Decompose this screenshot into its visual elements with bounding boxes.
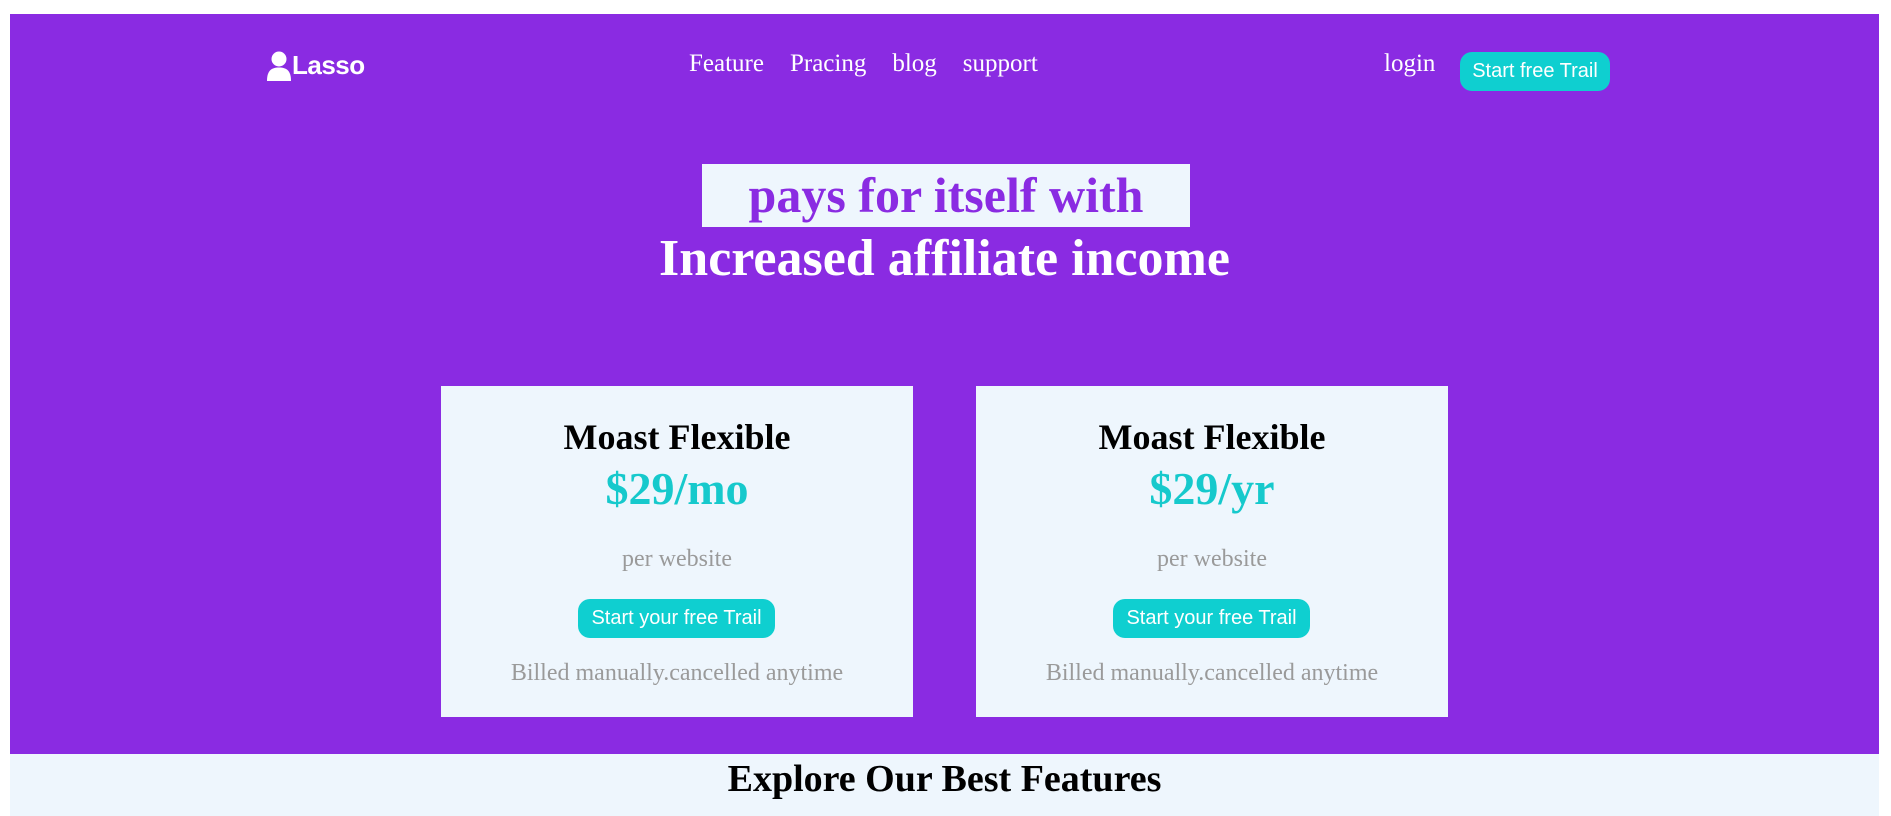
plan-price: $29/mo [605,463,749,514]
plan-title: Moast Flexible [1098,417,1326,457]
logo-text: Lasso [292,50,365,80]
start-free-trial-button[interactable]: Start free Trail [1460,52,1610,91]
plan-price: $29/yr [1149,463,1275,514]
plan-unit: per website [622,546,732,572]
page: Lasso Feature Pracing blog support login… [10,14,1879,816]
pricing-card-monthly: Moast Flexible $29/mo per website Start … [441,386,913,717]
plan-title: Moast Flexible [563,417,791,457]
features-heading: Explore Our Best Features [727,758,1162,800]
hero-headline-highlight: pays for itself with [702,164,1190,227]
start-your-free-trial-button[interactable]: Start your free Trail [578,599,775,638]
features-section: Explore Our Best Features [10,754,1879,816]
nav-item-support[interactable]: support [963,50,1038,78]
hero-headline: Increased affiliate income [659,230,1230,287]
nav-item-pricing[interactable]: Pracing [790,50,866,78]
pricing-card-yearly: Moast Flexible $29/yr per website Start … [976,386,1448,717]
nav-item-feature[interactable]: Feature [689,50,764,78]
main-nav: Feature Pracing blog support [689,50,1064,78]
start-your-free-trial-button[interactable]: Start your free Trail [1113,599,1310,638]
nav-item-blog[interactable]: blog [892,50,936,78]
billing-note: Billed manually.cancelled anytime [510,660,844,686]
user-icon [267,51,291,81]
hero-section: Lasso Feature Pracing blog support login… [10,14,1879,754]
billing-note: Billed manually.cancelled anytime [1045,660,1379,686]
plan-unit: per website [1157,546,1267,572]
logo[interactable]: Lasso [266,50,365,81]
login-link[interactable]: login [1384,50,1435,78]
